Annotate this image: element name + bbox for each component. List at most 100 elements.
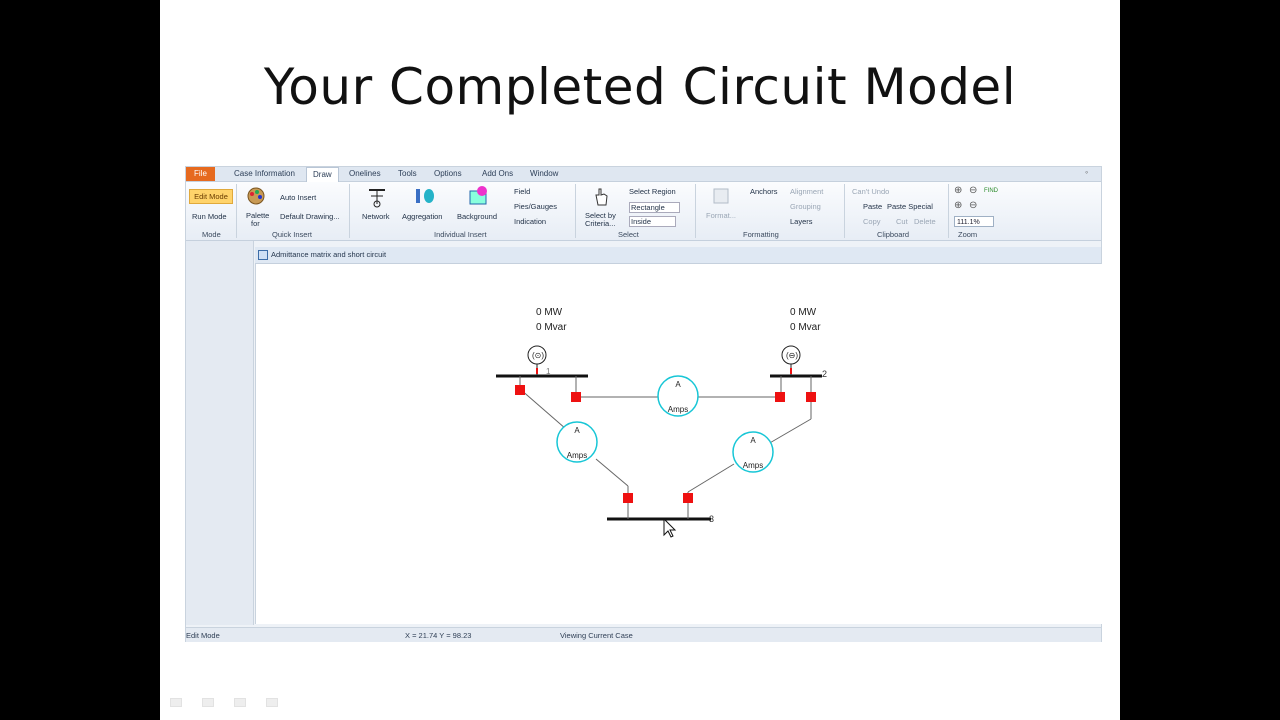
- breaker-1-2-b[interactable]: [775, 392, 785, 402]
- generator-2-icon[interactable]: (⊖): [781, 345, 801, 375]
- slide-title: Your Completed Circuit Model: [263, 58, 1017, 116]
- format-icon[interactable]: [711, 186, 731, 206]
- layers-button[interactable]: Layers: [790, 217, 813, 226]
- generator-1-icon[interactable]: (⊙): [527, 345, 547, 375]
- ammeter-top[interactable]: A Amps: [657, 375, 699, 417]
- ammeter-left-amps: Amps: [567, 451, 587, 460]
- run-mode-button[interactable]: Run Mode: [192, 212, 227, 221]
- field-button[interactable]: Field: [514, 187, 530, 196]
- menu-bar: File Case Information Draw Onelines Tool…: [186, 167, 1101, 182]
- zoom-fit-icon[interactable]: ⊕: [954, 200, 962, 211]
- palette-for-label: for: [251, 219, 260, 228]
- group-label-select: Select: [618, 230, 639, 239]
- cut-button[interactable]: Cut: [896, 217, 908, 226]
- separator: [695, 184, 696, 238]
- slide-menu-icon[interactable]: [234, 698, 246, 707]
- svg-text:(⊖): (⊖): [786, 351, 798, 360]
- group-label-formatting: Formatting: [743, 230, 779, 239]
- zoom-level-input[interactable]: 111.1%: [954, 216, 994, 227]
- group-label-individual-insert: Individual Insert: [434, 230, 487, 239]
- menu-case-information[interactable]: Case Information: [234, 169, 295, 178]
- find-button[interactable]: FIND: [984, 188, 998, 194]
- ammeter-left[interactable]: A Amps: [556, 421, 598, 463]
- ammeter-right[interactable]: A Amps: [732, 431, 774, 473]
- rectangle-dropdown[interactable]: Rectangle: [629, 202, 680, 213]
- zoom-reset-icon[interactable]: ⊖: [969, 200, 977, 211]
- menu-tools[interactable]: Tools: [398, 169, 417, 178]
- zoom-in-icon[interactable]: ⊕: [954, 185, 962, 196]
- pies-gauges-button[interactable]: Pies/Gauges: [514, 202, 557, 211]
- network-icon[interactable]: [366, 186, 388, 208]
- background-icon[interactable]: [468, 185, 490, 207]
- group-label-mode: Mode: [202, 230, 221, 239]
- gen1-mw: 0 MW: [536, 307, 563, 318]
- status-mode: Edit Mode: [186, 631, 220, 640]
- group-label-zoom: Zoom: [958, 230, 978, 239]
- bus-3-label: 3: [709, 514, 714, 524]
- zoom-out-icon[interactable]: ⊖: [969, 185, 977, 196]
- delete-button[interactable]: Delete: [914, 217, 936, 226]
- gen2-mvar: 0 Mvar: [790, 322, 821, 333]
- palette-icon[interactable]: [246, 186, 266, 206]
- menu-file[interactable]: File: [186, 167, 215, 181]
- group-label-clipboard: Clipboard: [877, 230, 910, 239]
- document-tab[interactable]: Admittance matrix and short circuit: [255, 247, 1101, 264]
- bus-1-label: 1: [546, 367, 551, 376]
- menu-options[interactable]: Options: [434, 169, 462, 178]
- status-bar: Edit Mode X = 21.74 Y = 98.23 Viewing Cu…: [186, 627, 1101, 642]
- auto-insert-button[interactable]: Auto Insert: [280, 193, 316, 202]
- anchors-button[interactable]: Anchors: [750, 187, 778, 196]
- breaker-1-2-a[interactable]: [571, 392, 581, 402]
- background-button[interactable]: Background: [457, 212, 497, 221]
- menu-draw[interactable]: Draw: [306, 167, 339, 182]
- edit-mode-button[interactable]: Edit Mode: [189, 189, 233, 204]
- menu-onelines[interactable]: Onelines: [349, 169, 381, 178]
- default-drawing-button[interactable]: Default Drawing...: [280, 212, 340, 221]
- group-label-quick-insert: Quick Insert: [272, 230, 313, 239]
- format-button[interactable]: Format...: [706, 211, 736, 220]
- status-viewing: Viewing Current Case: [560, 631, 633, 640]
- separator: [844, 184, 845, 238]
- help-icon[interactable]: ◦: [1085, 167, 1088, 177]
- breaker-1-3-a[interactable]: [515, 385, 525, 395]
- paste-special-button[interactable]: Paste Special: [887, 202, 933, 211]
- menu-window[interactable]: Window: [530, 169, 558, 178]
- grouping-button[interactable]: Grouping: [790, 202, 821, 211]
- slide-next-icon[interactable]: [266, 698, 278, 707]
- breaker-2-3-a[interactable]: [806, 392, 816, 402]
- slide-pen-icon[interactable]: [202, 698, 214, 707]
- menu-add-ons[interactable]: Add Ons: [482, 169, 513, 178]
- select-region-button[interactable]: Select Region: [629, 187, 676, 196]
- ribbon: Edit Mode Run Mode Mode Palette for Auto…: [186, 182, 1101, 241]
- ammeter-right-amps: Amps: [743, 461, 763, 470]
- mouse-cursor-icon: [663, 517, 677, 538]
- separator: [948, 184, 949, 238]
- alignment-button[interactable]: Alignment: [790, 187, 823, 196]
- ammeter-top-amps: Amps: [668, 405, 688, 414]
- oneline-canvas[interactable]: 0 MW 0 Mvar (⊙) 1 0 MW 0 Mvar (⊖) 2 3 A …: [255, 264, 1102, 624]
- separator: [349, 184, 350, 238]
- gen1-mvar: 0 Mvar: [536, 322, 567, 333]
- oneline-diagram: 0 MW 0 Mvar (⊙) 1 0 MW 0 Mvar (⊖) 2 3 A …: [496, 307, 827, 538]
- cant-undo-button[interactable]: Can't Undo: [852, 187, 889, 196]
- oneline-document-icon: [258, 250, 268, 260]
- separator: [575, 184, 576, 238]
- ammeter-right-a: A: [750, 436, 756, 445]
- paste-button[interactable]: Paste: [863, 202, 882, 211]
- select-criteria-label: Criteria...: [585, 219, 616, 228]
- slide-prev-icon[interactable]: [170, 698, 182, 707]
- network-button[interactable]: Network: [362, 212, 390, 221]
- copy-button[interactable]: Copy: [863, 217, 881, 226]
- svg-text:(⊙): (⊙): [532, 351, 544, 360]
- separator: [236, 184, 237, 238]
- select-hand-icon[interactable]: [590, 185, 612, 207]
- document-title: Admittance matrix and short circuit: [271, 250, 387, 259]
- indication-button[interactable]: Indication: [514, 217, 546, 226]
- aggregation-icon[interactable]: [413, 186, 437, 208]
- inside-dropdown[interactable]: Inside: [629, 216, 677, 227]
- ammeter-left-a: A: [574, 426, 580, 435]
- breaker-2-3-b[interactable]: [683, 493, 693, 503]
- breaker-1-3-b[interactable]: [623, 493, 633, 503]
- slide: Your Completed Circuit Model File Case I…: [160, 0, 1120, 720]
- aggregation-button[interactable]: Aggregation: [402, 212, 442, 221]
